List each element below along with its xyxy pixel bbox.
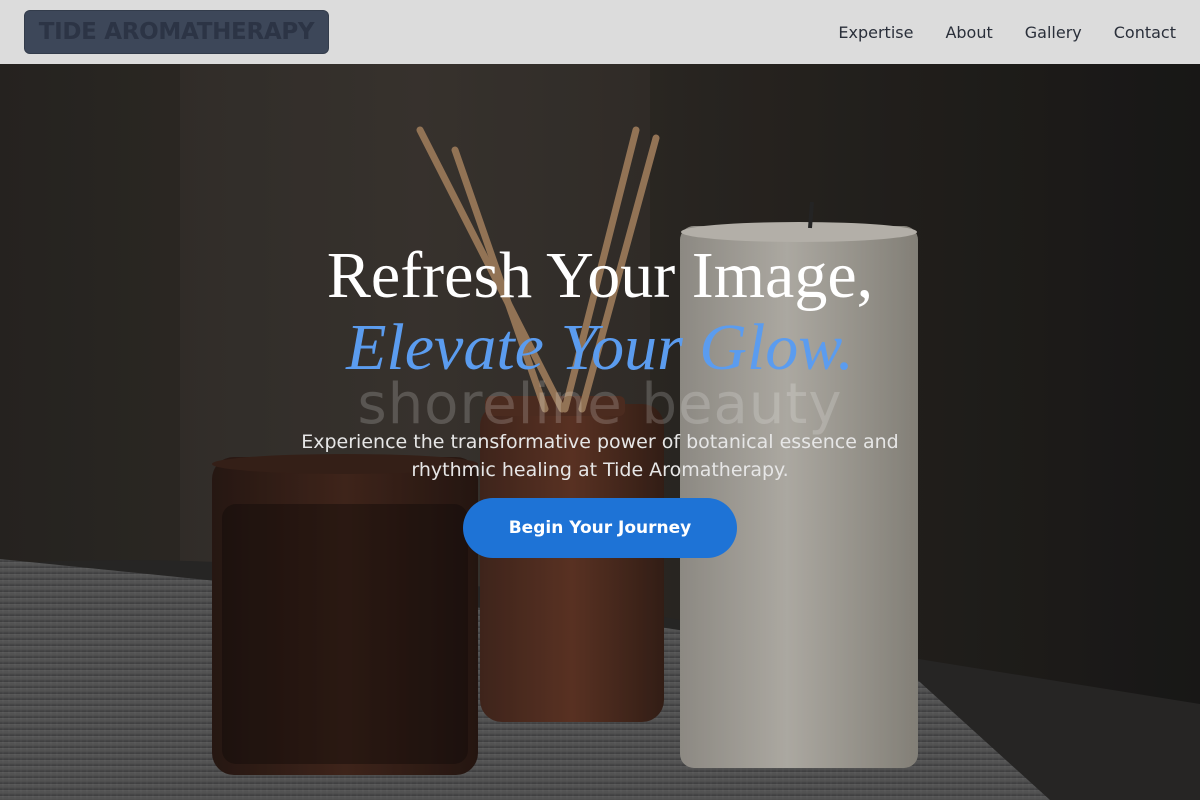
nav-link-expertise[interactable]: Expertise — [838, 23, 913, 42]
nav-link-contact[interactable]: Contact — [1114, 23, 1176, 42]
headline-line-2: Elevate Your Glow. — [346, 311, 854, 384]
begin-journey-button[interactable]: Begin Your Journey — [463, 498, 737, 558]
nav-link-about[interactable]: About — [945, 23, 992, 42]
main-nav: Expertise About Gallery Contact — [806, 0, 1176, 64]
brand-logo[interactable]: TIDE AROMATHERAPY — [24, 10, 329, 54]
hero-headline: Refresh Your Image, Elevate Your Glow. — [0, 240, 1200, 384]
site-header: TIDE AROMATHERAPY Expertise About Galler… — [0, 0, 1200, 64]
hero-subtext: Experience the transformative power of b… — [301, 431, 899, 481]
headline-line-1: Refresh Your Image, — [326, 239, 874, 312]
nav-link-gallery[interactable]: Gallery — [1025, 23, 1082, 42]
hero-section: shoreline beauty Refresh Your Image, Ele… — [0, 64, 1200, 800]
